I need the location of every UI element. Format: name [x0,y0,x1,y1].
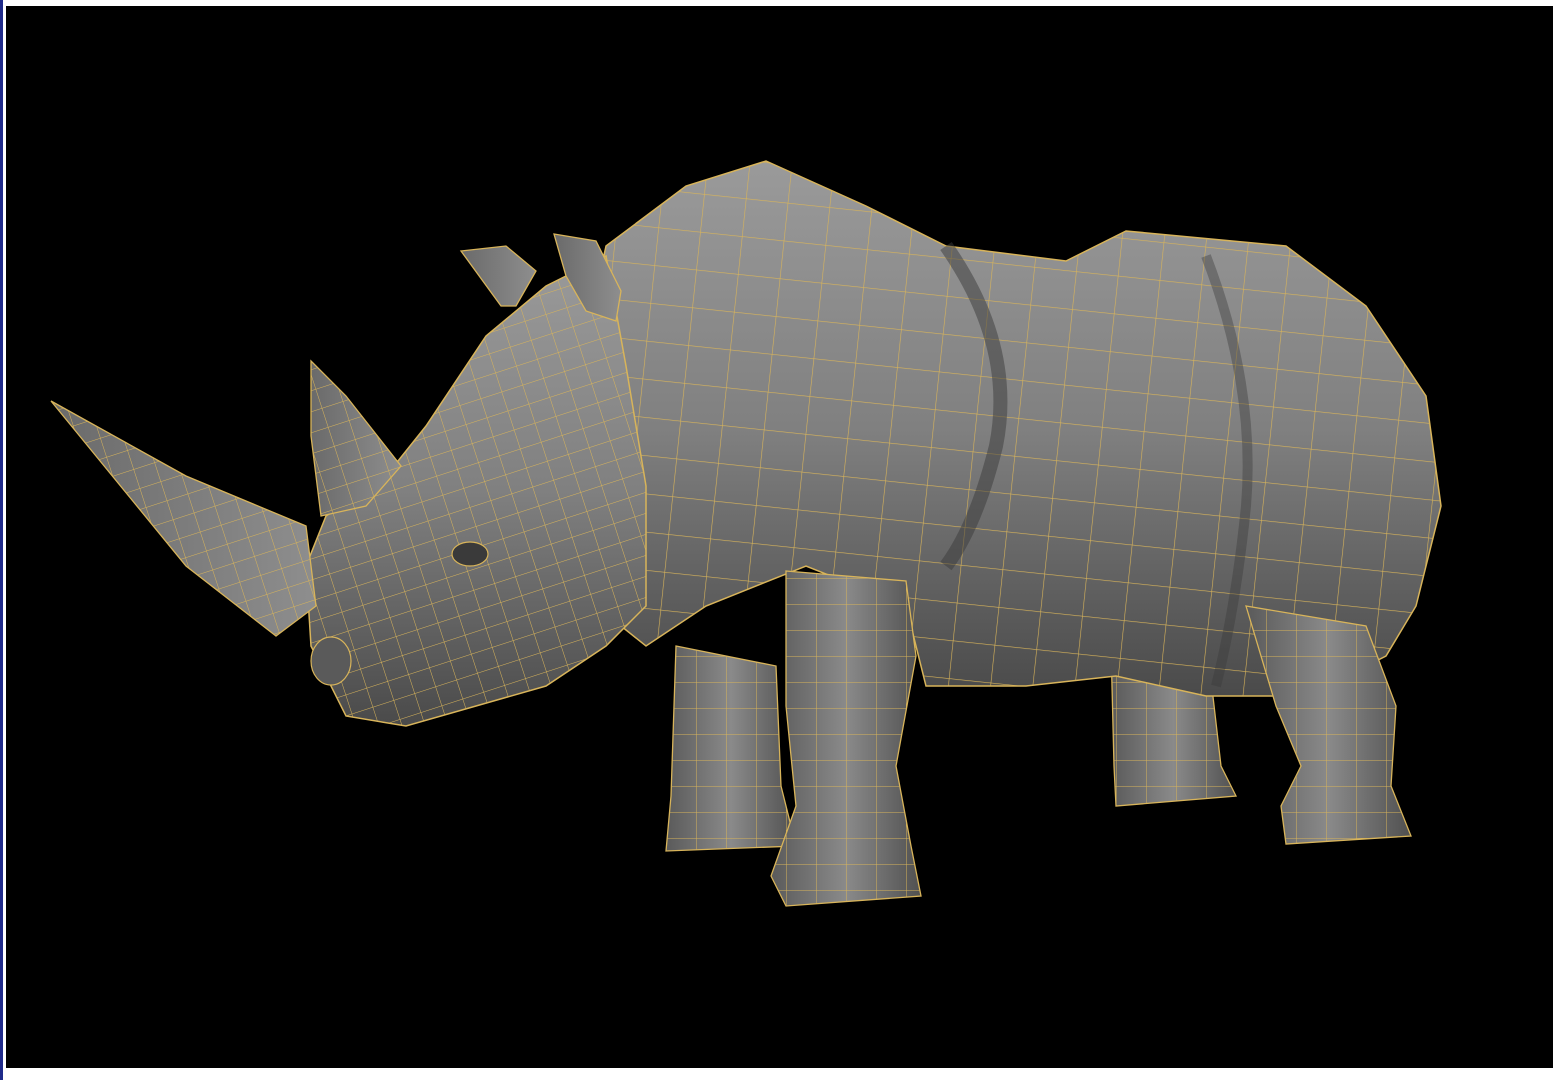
nostril [310,636,352,686]
window-frame [0,0,1559,1080]
rhino-body [565,160,1442,697]
viewport-canvas[interactable] [6,6,1553,1068]
rhino-model[interactable] [50,160,1442,907]
eye [451,541,489,567]
near-front-leg [770,570,922,907]
far-front-leg [665,645,797,852]
front-horn [50,400,317,637]
3d-viewport[interactable] [6,6,1553,1068]
window-left-border [0,0,3,1080]
